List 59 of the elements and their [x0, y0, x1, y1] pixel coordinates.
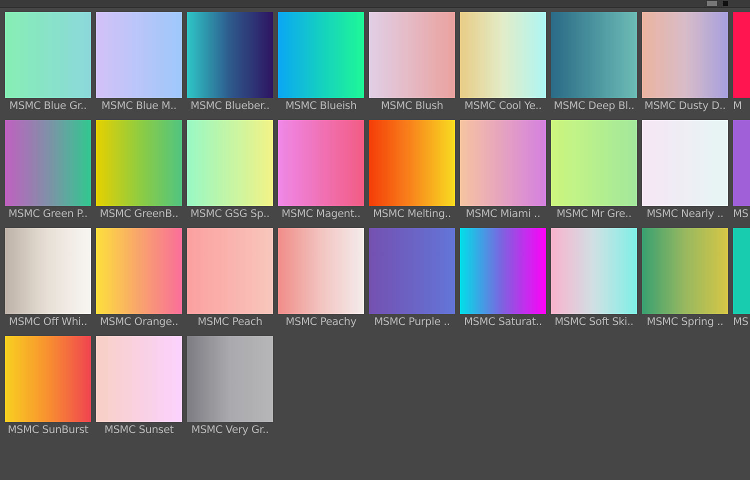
swatch-label: MSMC Spring ..: [646, 315, 724, 329]
swatch-label: MSMC Blueish: [285, 99, 357, 113]
gradient-swatch[interactable]: [96, 12, 182, 98]
swatch-label: MSMC Deep Bl..: [554, 99, 634, 113]
gradient-swatch[interactable]: [5, 120, 91, 206]
gradient-swatch[interactable]: [187, 120, 273, 206]
gradient-swatch[interactable]: [551, 228, 637, 314]
gradient-swatch[interactable]: [5, 228, 91, 314]
gradient-swatch[interactable]: [96, 336, 182, 422]
gradient-swatch[interactable]: [278, 120, 364, 206]
swatch-label: MSMC GreenB..: [100, 207, 178, 221]
swatch-label: MSMC Purple ..: [374, 315, 450, 329]
swatch-label: MSMC Cool Ye..: [464, 99, 542, 113]
gradient-swatch[interactable]: [551, 12, 637, 98]
swatch-label: MSMC Peach: [198, 315, 262, 329]
gradient-swatch[interactable]: [460, 12, 546, 98]
gradient-swatch[interactable]: [96, 228, 182, 314]
swatch-label: MS: [733, 207, 748, 221]
square-icon[interactable]: [723, 1, 728, 6]
gradient-swatch[interactable]: [278, 12, 364, 98]
gradient-swatch[interactable]: [460, 228, 546, 314]
gradient-swatch[interactable]: [278, 228, 364, 314]
swatch-label: MSMC Very Gr..: [191, 423, 269, 437]
swatch-label: MSMC Sunset: [104, 423, 174, 437]
gradient-swatch[interactable]: [187, 336, 273, 422]
swatch-label: MSMC Peachy: [286, 315, 356, 329]
gradient-swatch[interactable]: [5, 12, 91, 98]
gradient-swatch[interactable]: [642, 120, 728, 206]
gradient-swatch[interactable]: [187, 228, 273, 314]
swatch-label: MSMC Miami ..: [466, 207, 540, 221]
gradient-swatch[interactable]: [369, 228, 455, 314]
swatch-label: MSMC Dusty D..: [644, 99, 726, 113]
gradient-swatch[interactable]: [642, 228, 728, 314]
swatch-label: MSMC Saturat..: [464, 315, 542, 329]
swatch-label: MSMC Blueber..: [190, 99, 270, 113]
swatch-label: MSMC Off Whi..: [8, 315, 88, 329]
swatch-label: MSMC Mr Gre..: [556, 207, 632, 221]
gradient-swatch[interactable]: [96, 120, 182, 206]
gradient-swatch[interactable]: [369, 12, 455, 98]
swatch-label: MSMC Orange..: [100, 315, 178, 329]
panel-icon[interactable]: [707, 1, 717, 6]
swatch-label: MSMC Blue Gr..: [9, 99, 87, 113]
gradient-swatch[interactable]: [551, 120, 637, 206]
swatch-label: MS: [733, 315, 748, 329]
swatch-label: MSMC Magent..: [282, 207, 360, 221]
gradient-swatch[interactable]: [642, 12, 728, 98]
swatch-label: MSMC Blush: [380, 99, 444, 113]
gradient-swatch[interactable]: [369, 120, 455, 206]
swatch-label: M: [733, 99, 742, 113]
swatch-label: MSMC Soft Ski..: [554, 315, 634, 329]
gradient-swatch[interactable]: [5, 336, 91, 422]
swatch-label: MSMC Melting..: [372, 207, 452, 221]
swatch-label: MSMC SunBurst: [8, 423, 88, 437]
swatch-label: MSMC Nearly ..: [646, 207, 724, 221]
swatch-label: MSMC GSG Sp..: [190, 207, 270, 221]
swatch-label: MSMC Blue M..: [101, 99, 177, 113]
gradient-swatch[interactable]: [460, 120, 546, 206]
gradient-swatch[interactable]: [187, 12, 273, 98]
swatch-label: MSMC Green P..: [8, 207, 88, 221]
